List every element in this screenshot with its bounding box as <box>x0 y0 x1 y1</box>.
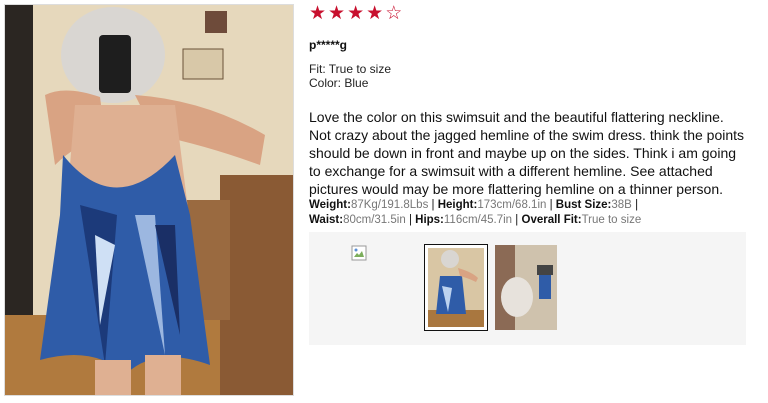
measure-value: 116cm/45.7in <box>443 214 513 226</box>
measure-value: 38B <box>611 199 632 211</box>
star-icon: ★ <box>328 3 346 24</box>
measure-value: True to size <box>581 214 642 226</box>
body-measurements: Weight:87Kg/191.8Lbs | Height:173cm/68.1… <box>309 199 642 226</box>
measure-value: 80cm/31.5in <box>343 214 406 226</box>
review-photo-gallery <box>309 232 746 345</box>
broken-image-icon[interactable] <box>351 245 367 261</box>
measure-label: Bust Size: <box>555 199 612 211</box>
star-icon: ★ <box>309 3 327 24</box>
color-info: Color: Blue <box>309 76 369 90</box>
measure-label: Overall Fit: <box>521 214 582 226</box>
measure-label: Waist: <box>309 214 344 226</box>
star-icon: ★ <box>366 3 384 24</box>
measure-value: 87Kg/191.8Lbs <box>350 199 429 211</box>
review-thumbnail[interactable] <box>495 245 557 330</box>
fit-info: Fit: True to size <box>309 62 392 76</box>
review-main-photo[interactable] <box>4 4 294 396</box>
measure-value: 173cm/68.1in <box>477 199 547 211</box>
star-icon: ★ <box>347 3 365 24</box>
main-photo-image <box>5 5 293 395</box>
star-empty-icon: ☆ <box>385 3 403 24</box>
measure-label: Hips: <box>415 214 444 226</box>
review-text: Love the color on this swimsuit and the … <box>309 109 745 197</box>
review-thumbnail-selected[interactable] <box>424 244 488 331</box>
measure-label: Height: <box>437 199 478 211</box>
star-rating: ★ ★ ★ ★ ☆ <box>309 4 402 24</box>
reviewer-name: p*****g <box>309 38 348 52</box>
measure-label: Weight: <box>309 199 351 211</box>
